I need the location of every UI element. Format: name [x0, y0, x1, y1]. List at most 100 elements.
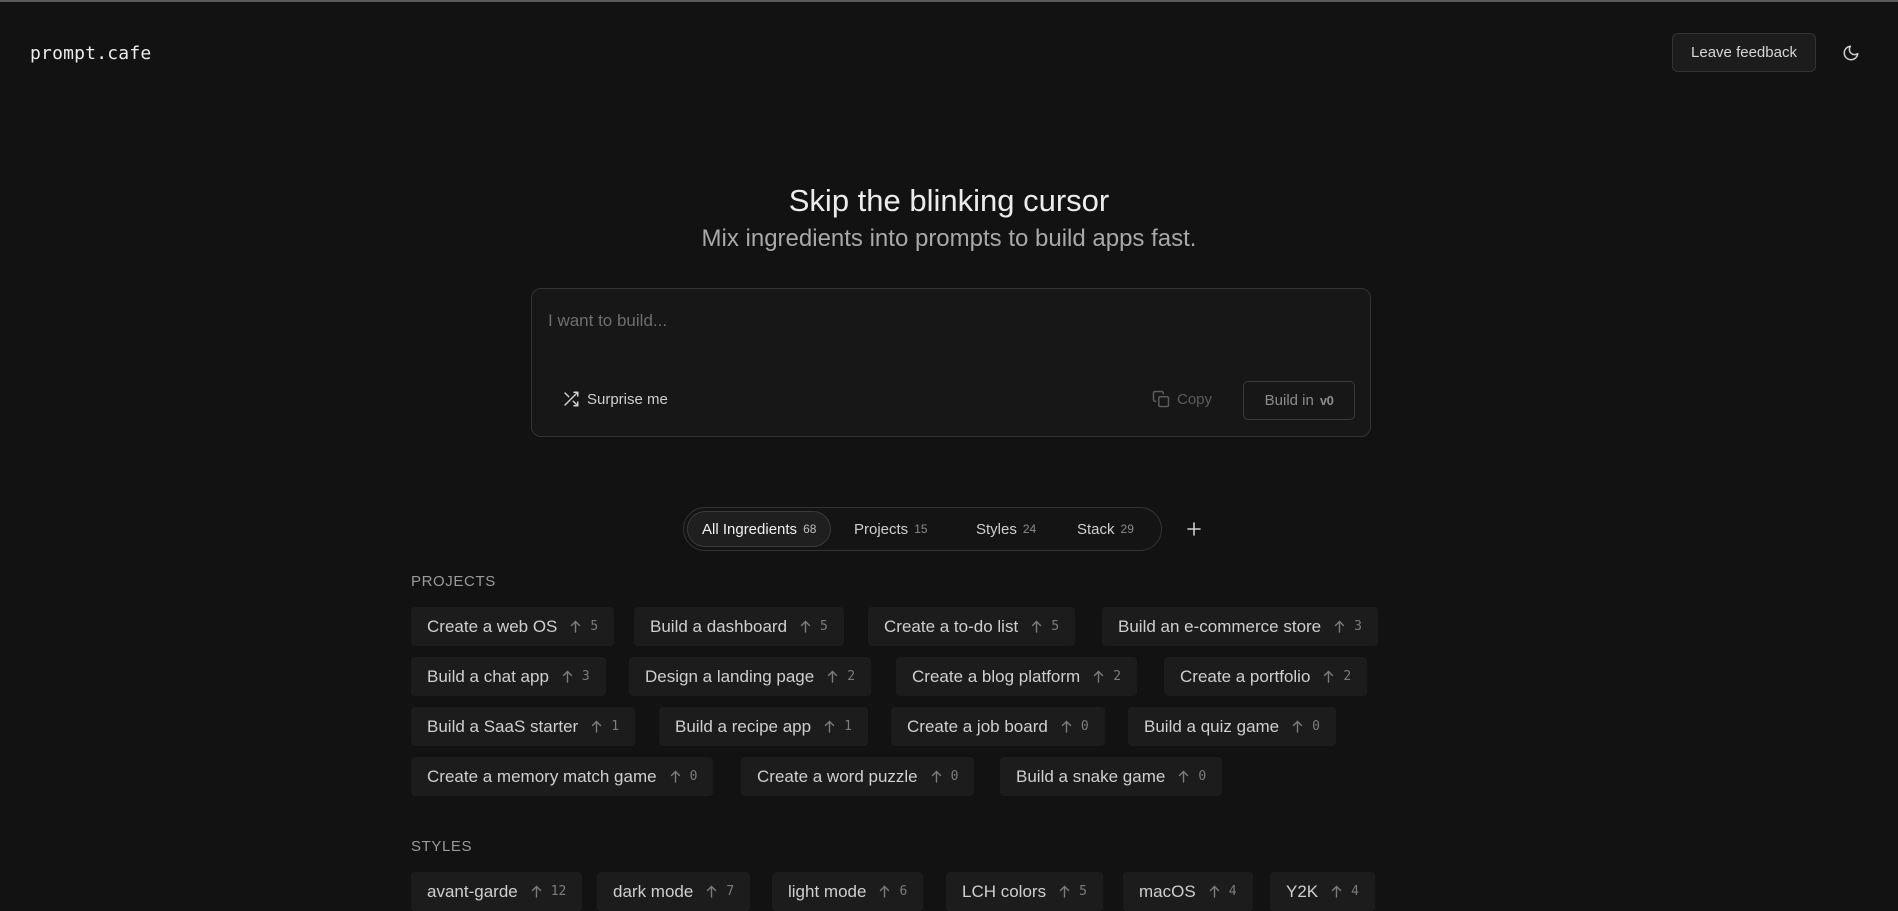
upvote-arrow-icon[interactable]	[931, 770, 942, 783]
upvote-arrow-icon[interactable]	[1093, 670, 1104, 683]
upvote-arrow-icon[interactable]	[1059, 885, 1070, 898]
projects-heading: PROJECTS	[411, 573, 496, 590]
tab-count: 29	[1120, 522, 1134, 536]
ingredient-chip[interactable]: Create a job board 0	[891, 707, 1105, 746]
ingredient-chip[interactable]: Create a word puzzle 0	[741, 757, 975, 796]
tab-all-ingredients[interactable]: All Ingredients 68	[687, 511, 832, 547]
ingredient-chip[interactable]: Build a snake game 0	[1000, 757, 1223, 796]
vote-count: 2	[1113, 669, 1122, 684]
copy-label: Copy	[1177, 390, 1213, 408]
vote-count: 7	[726, 884, 735, 899]
ingredient-chip[interactable]: dark mode 7	[597, 872, 751, 911]
vote-count: 6	[899, 884, 908, 899]
hero-title: Skip the blinking cursor	[788, 183, 1110, 218]
ingredient-chip[interactable]: Build a dashboard 5	[634, 607, 844, 646]
upvote-arrow-icon[interactable]	[1031, 620, 1042, 633]
chip-label: dark mode	[613, 881, 694, 901]
upvote-arrow-icon[interactable]	[562, 670, 573, 683]
upvote-arrow-icon[interactable]	[827, 670, 838, 683]
site-logo[interactable]: prompt.cafe	[30, 43, 151, 64]
tab-count: 15	[914, 522, 928, 536]
vote-count: 5	[590, 619, 599, 634]
ingredient-tabs: All Ingredients 68 Projects 15 Styles 24…	[683, 507, 1162, 551]
vote-count: 0	[1312, 719, 1320, 734]
build-in-v0-button[interactable]: Build in v0	[1243, 381, 1355, 420]
add-ingredient-button[interactable]	[1183, 518, 1205, 540]
upvote-arrow-icon[interactable]	[800, 620, 811, 633]
tab-projects[interactable]: Projects 15	[840, 511, 942, 547]
ingredient-chip[interactable]: macOS 4	[1123, 872, 1253, 911]
upvote-arrow-icon[interactable]	[1209, 885, 1220, 898]
upvote-arrow-icon[interactable]	[1323, 670, 1334, 683]
tab-stack[interactable]: Stack 29	[1063, 511, 1148, 547]
tab-count: 24	[1022, 522, 1037, 536]
upvote-arrow-icon[interactable]	[570, 620, 581, 633]
upvote-arrow-icon[interactable]	[706, 885, 717, 898]
leave-feedback-button[interactable]: Leave feedback	[1672, 33, 1816, 72]
theme-toggle-button[interactable]	[1836, 38, 1866, 68]
ingredient-chip[interactable]: Create a to-do list 5	[868, 607, 1076, 646]
moon-icon	[1842, 44, 1860, 62]
chip-label: Create a word puzzle	[757, 766, 918, 786]
chip-label: Build a recipe app	[675, 716, 812, 736]
ingredient-chip[interactable]: Build a recipe app 1	[659, 707, 868, 746]
surprise-me-label: Surprise me	[587, 390, 668, 408]
copy-icon	[1152, 390, 1170, 408]
ingredient-chip[interactable]: Design a landing page 2	[629, 657, 872, 696]
upvote-arrow-icon[interactable]	[1061, 720, 1072, 733]
upvote-arrow-icon[interactable]	[531, 885, 542, 898]
vote-count: 1	[844, 719, 852, 734]
ingredient-chip[interactable]: Y2K 4	[1270, 872, 1375, 911]
chip-label: Build a snake game	[1016, 766, 1166, 786]
chip-label: Build a SaaS starter	[427, 716, 579, 736]
copy-button[interactable]: Copy	[1152, 386, 1212, 412]
ingredient-chip[interactable]: Create a blog platform 2	[896, 657, 1138, 696]
chip-label: macOS	[1139, 881, 1196, 901]
chip-label: Create a blog platform	[912, 666, 1081, 686]
ingredient-chip[interactable]: Build an e-commerce store 3	[1102, 607, 1378, 646]
vote-count: 0	[1080, 719, 1089, 734]
ingredient-chip[interactable]: Create a memory match game 0	[411, 757, 714, 796]
shuffle-icon	[562, 390, 580, 408]
upvote-arrow-icon[interactable]	[591, 720, 602, 733]
vote-count: 4	[1351, 884, 1359, 899]
upvote-arrow-icon[interactable]	[1334, 620, 1345, 633]
vote-count: 0	[1198, 769, 1207, 784]
upvote-arrow-icon[interactable]	[1331, 885, 1342, 898]
upvote-arrow-icon[interactable]	[670, 770, 681, 783]
ingredient-chip[interactable]: light mode 6	[772, 872, 924, 911]
vote-count: 5	[820, 619, 828, 634]
vote-count: 5	[1051, 619, 1060, 634]
ingredient-chip[interactable]: avant-garde 12	[411, 872, 583, 911]
vote-count: 0	[689, 769, 698, 784]
upvote-arrow-icon[interactable]	[879, 885, 890, 898]
ingredient-chip[interactable]: Build a SaaS starter 1	[411, 707, 636, 746]
tab-label: Projects	[854, 520, 909, 538]
vote-count: 12	[550, 884, 567, 899]
ingredient-chip[interactable]: Create a web OS 5	[411, 607, 615, 646]
ingredient-chip[interactable]: LCH colors 5	[946, 872, 1103, 911]
chip-label: Build an e-commerce store	[1118, 616, 1322, 636]
tab-styles[interactable]: Styles 24	[962, 511, 1050, 547]
prompt-input[interactable]	[546, 307, 1350, 335]
upvote-arrow-icon[interactable]	[1292, 720, 1303, 733]
vote-count: 1	[611, 719, 620, 734]
chip-label: Create a memory match game	[427, 766, 657, 786]
ingredient-chip[interactable]: Create a portfolio 2	[1164, 657, 1368, 696]
vote-count: 2	[847, 669, 856, 684]
chip-label: light mode	[788, 881, 867, 901]
vote-count: 3	[581, 669, 590, 684]
upvote-arrow-icon[interactable]	[824, 720, 835, 733]
vote-count: 3	[1354, 619, 1362, 634]
upvote-arrow-icon[interactable]	[1178, 770, 1189, 783]
chip-label: Y2K	[1286, 881, 1319, 901]
chip-label: Create a web OS	[427, 616, 558, 636]
chip-label: Build a dashboard	[650, 616, 788, 636]
chip-label: avant-garde	[427, 881, 518, 901]
chip-label: LCH colors	[962, 881, 1047, 901]
tab-label: All Ingredients	[702, 520, 798, 538]
surprise-me-button[interactable]: Surprise me	[562, 386, 668, 412]
ingredient-chip[interactable]: Build a chat app 3	[411, 657, 606, 696]
ingredient-chip[interactable]: Build a quiz game 0	[1128, 707, 1336, 746]
chip-label: Create a portfolio	[1180, 666, 1311, 686]
